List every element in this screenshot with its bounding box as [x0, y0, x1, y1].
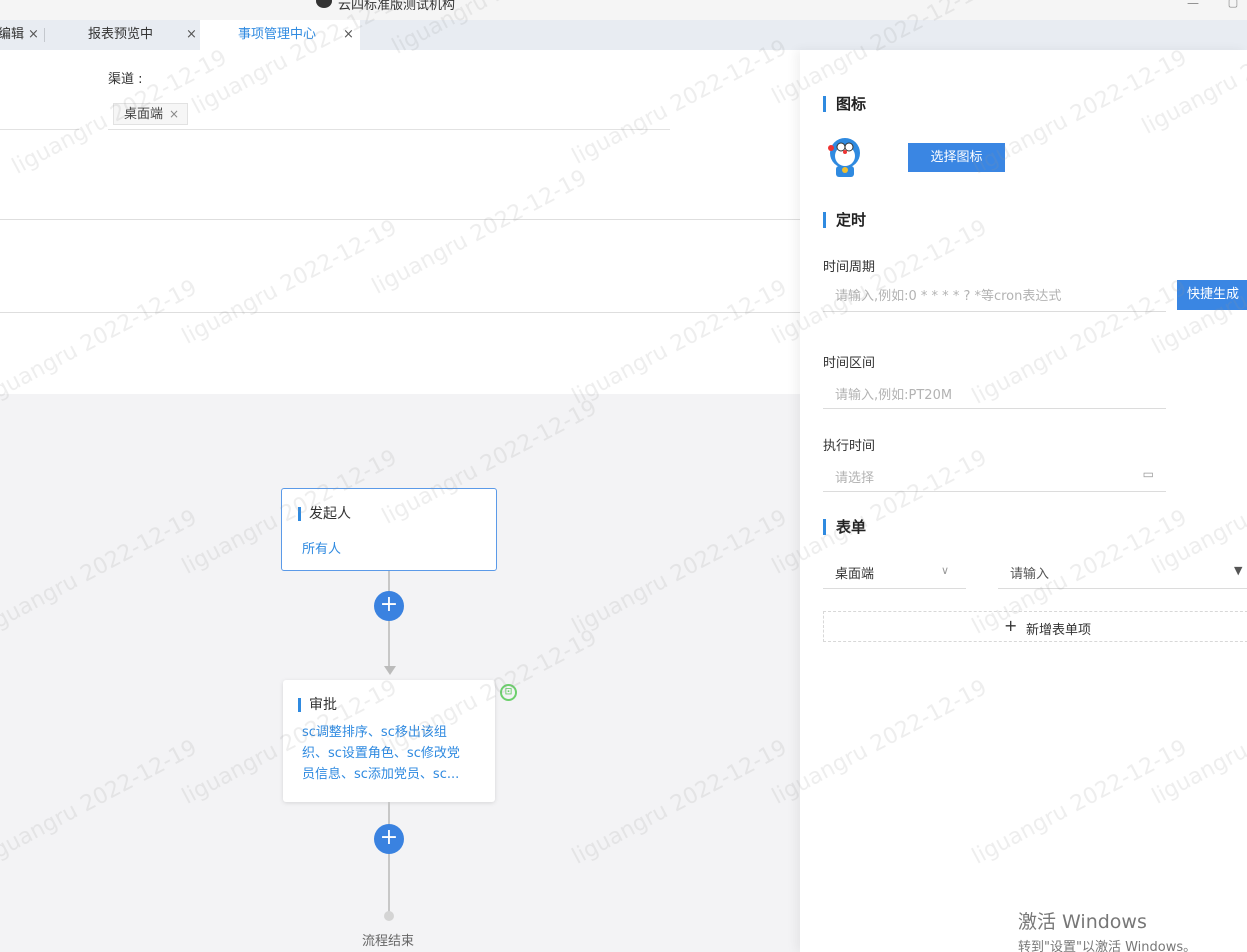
chevron-down-icon: ∨ [941, 564, 950, 577]
node-body: 所有人 [302, 542, 342, 557]
close-icon[interactable]: × [186, 20, 197, 50]
calendar-icon[interactable]: ▭ [1143, 467, 1154, 481]
plus-icon: + [1004, 616, 1018, 635]
divider [0, 219, 800, 220]
cycle-input[interactable]: 请输入,例如:0 * * * * ? *等cron表达式 [823, 285, 1166, 312]
channel-underline [108, 129, 670, 130]
windows-activation-notice: 激活 Windows 转到"设置"以激活 Windows。 [1018, 907, 1196, 952]
close-icon[interactable]: × [343, 20, 354, 50]
flow-end-label: 流程结束 [362, 934, 415, 949]
properties-panel: 图标 选择图标 定时 时间周期 请输入,例如:0 * * * * ? *等cro… [800, 50, 1247, 952]
tab-edit[interactable]: 编辑 × [0, 20, 43, 50]
activation-hint: 转到"设置"以激活 Windows。 [1018, 940, 1197, 952]
caret-down-icon: ▼ [1234, 564, 1243, 577]
field-underline [0, 129, 79, 130]
timer-section-title: 定时 [823, 212, 866, 228]
tag-close-icon[interactable]: × [169, 107, 179, 121]
channel-select-value: 桌面端 [835, 567, 875, 582]
title-bar: 云四标准版测试机构 — ▢ [0, 0, 1247, 20]
cycle-label: 时间周期 [823, 260, 876, 275]
tab-matter-center[interactable]: 事项管理中心 × [200, 20, 360, 50]
form-select-placeholder: 请输入 [1010, 567, 1050, 582]
end-dot [384, 911, 394, 921]
tab-label: 报表预览中 [88, 27, 154, 42]
add-form-item-button[interactable]: + 新增表单项 [823, 611, 1247, 642]
condition-icon[interactable]: ⊡ [500, 684, 517, 701]
flow-canvas[interactable]: 发起人 所有人 + 审批 sc调整排序、sc移出该组织、sc设置角色、sc修改党… [0, 394, 800, 952]
node-title: 审批 [298, 698, 337, 712]
range-label: 时间区间 [823, 356, 876, 371]
channel-tag-label: 桌面端 [124, 107, 164, 122]
tab-divider [44, 28, 45, 42]
avatar-icon [828, 138, 860, 177]
channel-tag: 桌面端 × [113, 103, 189, 125]
form-area: 渠道 : 桌面端 × [0, 50, 800, 394]
app-logo-icon [316, 0, 332, 8]
form-select[interactable]: 请输入 ▼ [998, 563, 1247, 589]
exec-time-label: 执行时间 [823, 439, 876, 454]
channel-select[interactable]: 桌面端 ∨ [823, 563, 966, 589]
quick-generate-button[interactable]: 快捷生成 [1177, 280, 1247, 310]
channel-label: 渠道 : [108, 72, 143, 87]
node-body: sc调整排序、sc移出该组织、sc设置角色、sc修改党员信息、sc添加党员、sc… [302, 725, 460, 782]
approval-node[interactable]: 审批 sc调整排序、sc移出该组织、sc设置角色、sc修改党员信息、sc添加党员… [283, 680, 495, 802]
initiator-node[interactable]: 发起人 所有人 [281, 488, 497, 571]
add-node-button[interactable]: + [374, 591, 404, 621]
choose-icon-button[interactable]: 选择图标 [908, 143, 1005, 172]
connector-line [388, 802, 390, 912]
minimize-icon[interactable]: — [1186, 0, 1200, 10]
maximize-icon[interactable]: ▢ [1226, 0, 1240, 10]
range-input[interactable]: 请输入,例如:PT20M [823, 384, 1166, 409]
add-form-item-label: 新增表单项 [1026, 623, 1092, 638]
tab-label: 编辑 [0, 27, 25, 42]
tab-report-preview[interactable]: 报表预览中 × [88, 20, 200, 50]
icon-section-title: 图标 [823, 96, 866, 112]
exec-time-picker[interactable]: 请选择 ▭ [823, 467, 1166, 492]
divider [0, 312, 800, 313]
activation-title: 激活 Windows [1018, 911, 1147, 933]
add-node-button[interactable]: + [374, 824, 404, 854]
form-section-title: 表单 [823, 519, 866, 535]
connector-arrow-icon [384, 666, 396, 675]
close-icon[interactable]: × [28, 20, 39, 50]
exec-time-placeholder: 请选择 [835, 471, 875, 486]
tab-label: 事项管理中心 [238, 27, 317, 42]
tab-bar: 编辑 × 报表预览中 × 事项管理中心 × [0, 20, 1247, 50]
node-title: 发起人 [298, 507, 351, 521]
window-title: 云四标准版测试机构 [338, 0, 456, 13]
